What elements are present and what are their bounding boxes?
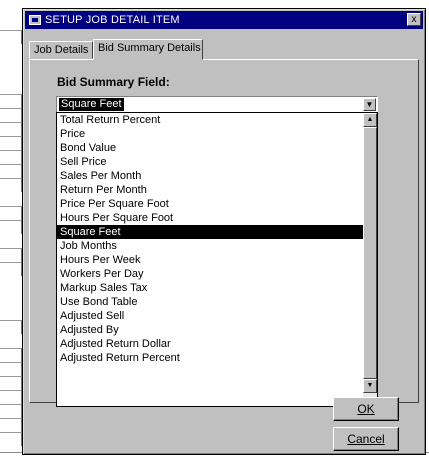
dropdown-item[interactable]: Markup Sales Tax: [57, 281, 363, 295]
dropdown-item[interactable]: Sell Price: [57, 155, 363, 169]
dropdown-scrollbar[interactable]: ▲ ▼: [363, 113, 377, 406]
up-arrow-icon[interactable]: ▲: [363, 113, 377, 127]
bid-summary-field-label: Bid Summary Field:: [57, 75, 170, 89]
dropdown-item[interactable]: Price Per Square Foot: [57, 197, 363, 211]
dropdown-item[interactable]: Return Per Month: [57, 183, 363, 197]
dropdown-item[interactable]: Use Bond Table: [57, 295, 363, 309]
dropdown-item[interactable]: Hours Per Week: [57, 253, 363, 267]
bg-cell: [0, 348, 22, 362]
bg-cell: [0, 220, 22, 234]
combo-selected-value[interactable]: Square Feet: [59, 98, 124, 111]
bg-cell: [0, 262, 22, 276]
cancel-button[interactable]: Cancel: [333, 427, 399, 451]
bg-cell: [0, 362, 22, 376]
dropdown-item[interactable]: Adjusted Return Percent: [57, 351, 363, 365]
bg-cell: [0, 30, 22, 44]
bg-cell: [0, 94, 22, 108]
bid-summary-field-combo[interactable]: Square Feet ▼: [56, 96, 378, 113]
dropdown-item[interactable]: Bond Value: [57, 141, 363, 155]
bg-cell: [0, 178, 22, 192]
bg-cell: [0, 432, 22, 446]
dropdown-item[interactable]: Adjusted Return Dollar: [57, 337, 363, 351]
bg-cell: [0, 248, 22, 262]
ok-button[interactable]: OK: [333, 397, 399, 421]
bg-cell: [0, 108, 22, 122]
bg-cell: [0, 390, 22, 404]
dropdown-item[interactable]: Price: [57, 127, 363, 141]
dropdown-item[interactable]: Adjusted By: [57, 323, 363, 337]
background-window: [0, 0, 22, 465]
bg-cell: [0, 150, 22, 164]
bg-cell: [0, 320, 22, 334]
bg-cell: [0, 404, 22, 418]
dropdown-item[interactable]: Sales Per Month: [57, 169, 363, 183]
dropdown-item-selected[interactable]: Square Feet: [57, 225, 363, 239]
bg-cell: [0, 206, 22, 220]
chevron-down-icon[interactable]: ▼: [363, 98, 376, 111]
tab-job-details[interactable]: Job Details: [29, 41, 93, 59]
title-bar[interactable]: SETUP JOB DETAIL ITEM x: [25, 11, 423, 29]
setup-job-detail-dialog: SETUP JOB DETAIL ITEM x Job Details Bid …: [22, 8, 426, 455]
bg-cell: [0, 418, 22, 432]
dropdown-item[interactable]: Adjusted Sell: [57, 309, 363, 323]
bid-summary-field-dropdown[interactable]: Total Return Percent Price Bond Value Se…: [56, 112, 378, 407]
close-button[interactable]: x: [407, 13, 421, 26]
bg-cell: [0, 122, 22, 136]
scrollbar-thumb[interactable]: [363, 127, 377, 379]
dropdown-item[interactable]: Hours Per Square Foot: [57, 211, 363, 225]
dropdown-item[interactable]: Total Return Percent: [57, 113, 363, 127]
dialog-title: SETUP JOB DETAIL ITEM: [45, 14, 180, 26]
dropdown-item[interactable]: Workers Per Day: [57, 267, 363, 281]
dropdown-item[interactable]: Job Months: [57, 239, 363, 253]
bg-cell: [0, 164, 22, 178]
down-arrow-icon[interactable]: ▼: [363, 379, 377, 393]
bg-cell: [0, 376, 22, 390]
tab-bid-summary-details[interactable]: Bid Summary Details: [93, 39, 203, 60]
window-icon[interactable]: [29, 15, 41, 25]
bg-cell: [0, 136, 22, 150]
